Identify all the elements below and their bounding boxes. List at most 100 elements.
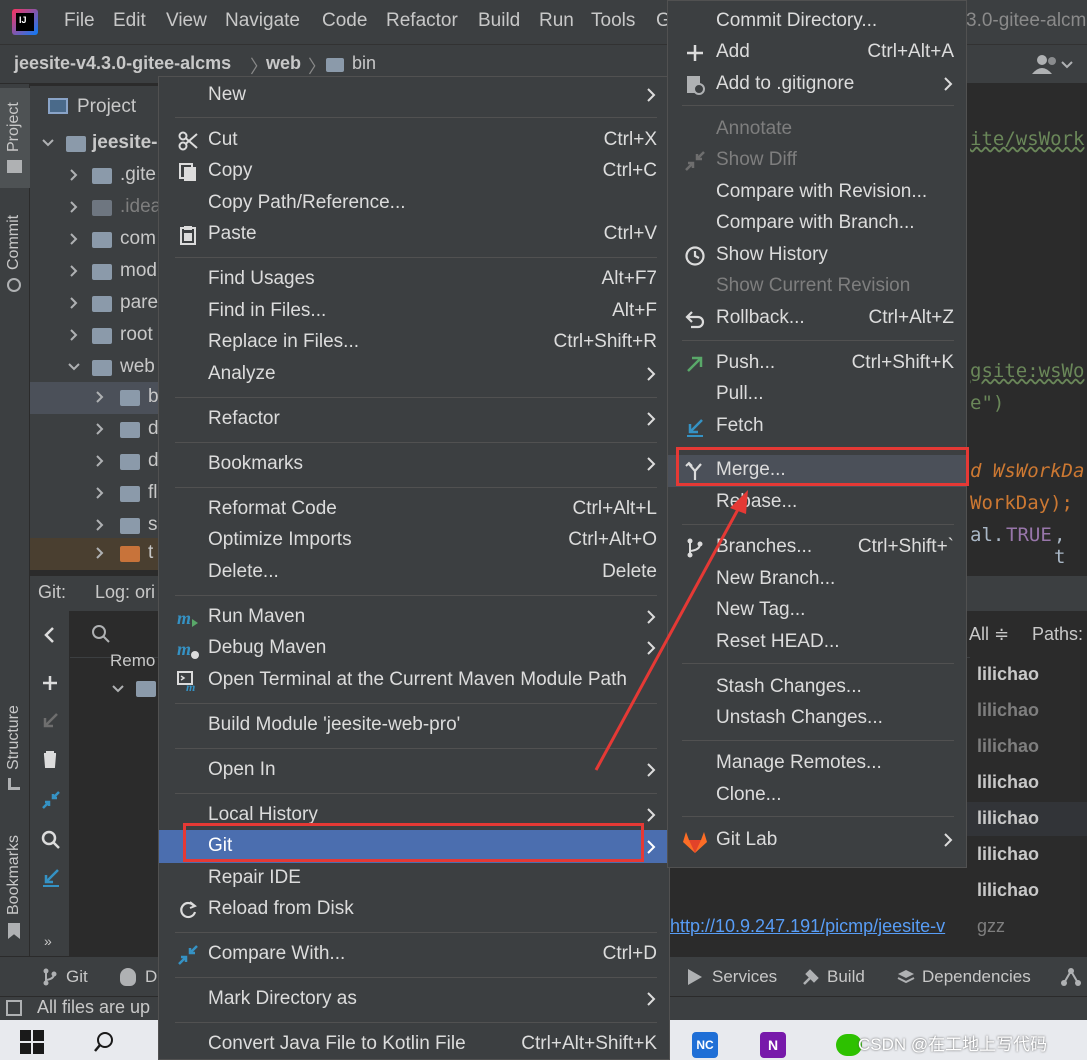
menu-item-rollback[interactable]: Rollback... Ctrl+Alt+Z bbox=[668, 303, 966, 334]
menu-item-show-history[interactable]: Show History bbox=[668, 240, 966, 271]
menu-item-bookmarks[interactable]: Bookmarks bbox=[159, 449, 669, 480]
paths-filter[interactable]: Paths: bbox=[1032, 624, 1083, 645]
folder-icon bbox=[136, 681, 156, 697]
menu-item-paste[interactable]: Paste Ctrl+V bbox=[159, 219, 669, 250]
menu-code[interactable]: Code bbox=[322, 10, 367, 32]
menu-run[interactable]: Run bbox=[539, 10, 574, 32]
menu-item-replace-in-files[interactable]: Replace in Files... Ctrl+Shift+R bbox=[159, 327, 669, 358]
menu-item-pull[interactable]: Pull... bbox=[668, 379, 966, 410]
bottom-tab-services[interactable]: Services bbox=[712, 967, 777, 987]
intellij-logo-icon: IJ bbox=[12, 9, 38, 35]
search-icon[interactable] bbox=[90, 623, 112, 645]
trash-icon[interactable] bbox=[40, 749, 60, 769]
commit-author[interactable]: lilichao bbox=[977, 736, 1039, 757]
menu-item-refactor[interactable]: Refactor bbox=[159, 404, 669, 435]
project-panel-title[interactable]: Project bbox=[77, 96, 136, 118]
tree-label: fl bbox=[148, 482, 158, 503]
menu-item-push[interactable]: Push... Ctrl+Shift+K bbox=[668, 348, 966, 379]
menu-item-compare-with-branch[interactable]: Compare with Branch... bbox=[668, 208, 966, 239]
menu-item-gitlab[interactable]: Git Lab bbox=[668, 825, 966, 856]
tab-commit[interactable]: Commit bbox=[5, 215, 23, 270]
remote-url-link[interactable]: http://10.9.247.191/picmp/jeesite-v bbox=[670, 916, 945, 937]
menu-item-copy[interactable]: Copy Ctrl+C bbox=[159, 156, 669, 187]
commit-author[interactable]: lilichao bbox=[977, 880, 1039, 901]
tab-bookmarks[interactable]: Bookmarks bbox=[5, 835, 23, 915]
commit-author[interactable]: lilichao bbox=[977, 772, 1039, 793]
bug-icon bbox=[120, 968, 136, 986]
status-square-icon bbox=[6, 1000, 22, 1016]
hierarchy-icon[interactable] bbox=[1060, 967, 1082, 987]
menu-item-analyze[interactable]: Analyze bbox=[159, 359, 669, 390]
menu-item-label: Refactor bbox=[208, 408, 280, 429]
menu-item-copy-path[interactable]: Copy Path/Reference... bbox=[159, 188, 669, 219]
arrow-in-icon[interactable] bbox=[40, 711, 60, 731]
menu-item-label: Open In bbox=[208, 759, 276, 780]
menu-edit[interactable]: Edit bbox=[113, 10, 146, 32]
menu-item-convert-to-kotlin[interactable]: Convert Java File to Kotlin File Ctrl+Al… bbox=[159, 1029, 669, 1060]
breadcrumb-project[interactable]: jeesite-v4.3.0-gitee-alcms bbox=[14, 53, 231, 74]
more-icon[interactable]: » bbox=[44, 933, 52, 949]
menu-item-label: Build Module 'jeesite-web-pro' bbox=[208, 714, 461, 735]
menu-item-mark-directory-as[interactable]: Mark Directory as bbox=[159, 984, 669, 1015]
menu-navigate[interactable]: Navigate bbox=[225, 10, 300, 32]
commit-author[interactable]: lilichao bbox=[977, 844, 1039, 865]
menu-item-label: Find in Files... bbox=[208, 300, 327, 321]
onenote-icon[interactable]: N bbox=[760, 1032, 786, 1058]
bottom-tab-build[interactable]: Build bbox=[827, 967, 865, 987]
bottom-tab-dependencies[interactable]: Dependencies bbox=[922, 967, 1031, 987]
menu-view[interactable]: View bbox=[166, 10, 207, 32]
chevron-down-icon[interactable] bbox=[110, 681, 126, 697]
menu-item-label: Open Terminal at the Current Maven Modul… bbox=[208, 669, 627, 690]
menu-item-clone[interactable]: Clone... bbox=[668, 780, 966, 811]
copy-icon bbox=[179, 163, 196, 181]
structure-tab-icon bbox=[8, 778, 20, 790]
menu-item-reload-from-disk[interactable]: Reload from Disk bbox=[159, 894, 669, 925]
menu-item-shortcut: Ctrl+Alt+A bbox=[867, 41, 954, 62]
menu-item-fetch[interactable]: Fetch bbox=[668, 411, 966, 442]
fetch-icon[interactable] bbox=[40, 867, 62, 889]
menu-item-new[interactable]: New bbox=[159, 80, 669, 111]
commit-author[interactable]: lilichao bbox=[977, 808, 1039, 829]
menu-item-add[interactable]: Add Ctrl+Alt+A bbox=[668, 37, 966, 68]
menu-refactor[interactable]: Refactor bbox=[386, 10, 458, 32]
tree-label: pare bbox=[120, 292, 159, 313]
menu-item-add-to-gitignore[interactable]: Add to .gitignore bbox=[668, 69, 966, 100]
remote-tree-label[interactable]: Remo bbox=[110, 651, 155, 671]
menu-item-show-current-revision[interactable]: Show Current Revision bbox=[668, 271, 966, 302]
search-icon[interactable] bbox=[92, 1030, 116, 1054]
commit-author[interactable]: lilichao bbox=[977, 700, 1039, 721]
breadcrumb-module[interactable]: web bbox=[266, 53, 301, 74]
tree-label: mod bbox=[120, 260, 157, 281]
collapse-icon[interactable] bbox=[40, 789, 62, 811]
menu-item-find-usages[interactable]: Find Usages Alt+F7 bbox=[159, 264, 669, 295]
menu-file[interactable]: File bbox=[64, 10, 95, 32]
menu-item-cut[interactable]: Cut Ctrl+X bbox=[159, 125, 669, 156]
add-icon[interactable] bbox=[40, 673, 60, 693]
menu-item-commit-directory[interactable]: Commit Directory... bbox=[668, 6, 966, 37]
editor-code-line: TRUE bbox=[1006, 524, 1052, 546]
menu-item-compare-with[interactable]: Compare With... Ctrl+D bbox=[159, 939, 669, 970]
menu-build[interactable]: Build bbox=[478, 10, 520, 32]
menu-item-show-diff[interactable]: Show Diff bbox=[668, 145, 966, 176]
user-account-icon[interactable] bbox=[1030, 52, 1074, 78]
windows-start-icon[interactable] bbox=[20, 1030, 44, 1054]
bottom-tab-debug[interactable]: D bbox=[145, 967, 157, 987]
search-icon[interactable] bbox=[40, 829, 62, 851]
menu-tools[interactable]: Tools bbox=[591, 10, 635, 32]
commit-author[interactable]: lilichao bbox=[977, 664, 1039, 685]
git-tab-label: Git: bbox=[38, 582, 67, 602]
menu-item-compare-with-revision[interactable]: Compare with Revision... bbox=[668, 177, 966, 208]
bottom-tab-git[interactable]: Git bbox=[66, 967, 88, 987]
breadcrumb-folder[interactable]: bin bbox=[352, 53, 376, 74]
menu-item-find-in-files[interactable]: Find in Files... Alt+F bbox=[159, 296, 669, 327]
tab-structure[interactable]: Structure bbox=[5, 705, 23, 770]
submenu-arrow-icon bbox=[944, 77, 953, 91]
menu-item-shortcut: Ctrl+Shift+R bbox=[553, 331, 657, 352]
git-log-tab[interactable]: Log: ori bbox=[95, 582, 155, 603]
back-icon[interactable] bbox=[40, 625, 60, 645]
menu-item-label: Paste bbox=[208, 223, 257, 244]
tab-project[interactable]: Project bbox=[5, 102, 23, 152]
menu-item-annotate[interactable]: Annotate bbox=[668, 114, 966, 145]
menu-item-repair-ide[interactable]: Repair IDE bbox=[159, 863, 669, 894]
app-nc-icon[interactable]: NC bbox=[692, 1032, 718, 1058]
